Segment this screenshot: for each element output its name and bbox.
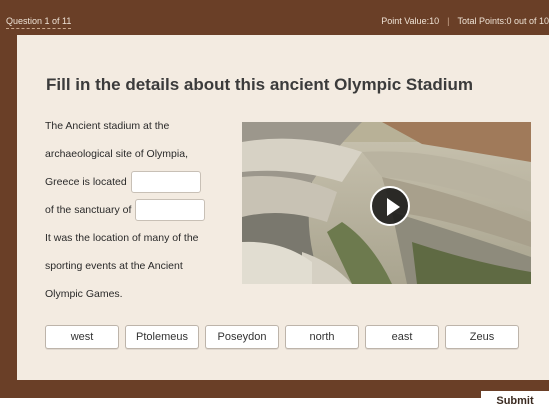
passage-line: It was the location of many of the xyxy=(45,231,241,259)
passage-line: The Ancient stadium at the xyxy=(45,119,241,147)
passage-line: sporting events at the Ancient xyxy=(45,259,241,287)
question-title: Fill in the details about this ancient O… xyxy=(46,75,473,94)
choice-north[interactable]: north xyxy=(285,325,359,349)
total-points: Total Points:0 out of 10 xyxy=(457,16,549,26)
passage: The Ancient stadium at the archaeologica… xyxy=(45,119,241,315)
passage-text: Olympic Games. xyxy=(45,288,123,300)
points-info: Point Value:10 | Total Points:0 out of 10 xyxy=(381,16,549,26)
question-counter: Question 1 of 11 xyxy=(6,16,72,29)
passage-text: The Ancient stadium at the xyxy=(45,120,170,132)
blank-drop-target-2[interactable] xyxy=(135,199,206,221)
points-separator: | xyxy=(447,16,450,26)
passage-text: of the sanctuary of xyxy=(45,204,132,216)
choice-poseydon[interactable]: Poseydon xyxy=(205,325,279,349)
point-value: Point Value:10 xyxy=(381,16,440,26)
passage-text: sporting events at the Ancient xyxy=(45,260,183,272)
passage-line: Olympic Games. xyxy=(45,287,241,315)
choice-west[interactable]: west xyxy=(45,325,119,349)
choice-zeus[interactable]: Zeus xyxy=(445,325,519,349)
submit-button[interactable]: Submit xyxy=(481,391,549,411)
blank-drop-target-1[interactable] xyxy=(130,171,201,193)
passage-text: archaeological site of Olympia, xyxy=(45,148,188,160)
choice-east[interactable]: east xyxy=(365,325,439,349)
question-card: Fill in the details about this ancient O… xyxy=(17,35,549,380)
passage-line: of the sanctuary of xyxy=(45,199,241,231)
passage-text: Greece is located xyxy=(45,176,127,188)
question-header: Question 1 of 11 Point Value:10 | Total Po… xyxy=(0,0,549,34)
choice-ptolemeus[interactable]: Ptolemeus xyxy=(125,325,199,349)
stadium-video[interactable] xyxy=(242,122,531,284)
play-icon[interactable] xyxy=(370,186,410,226)
passage-text: It was the location of many of the xyxy=(45,232,199,244)
answer-bank: west Ptolemeus Poseydon north east Zeus xyxy=(45,325,519,349)
